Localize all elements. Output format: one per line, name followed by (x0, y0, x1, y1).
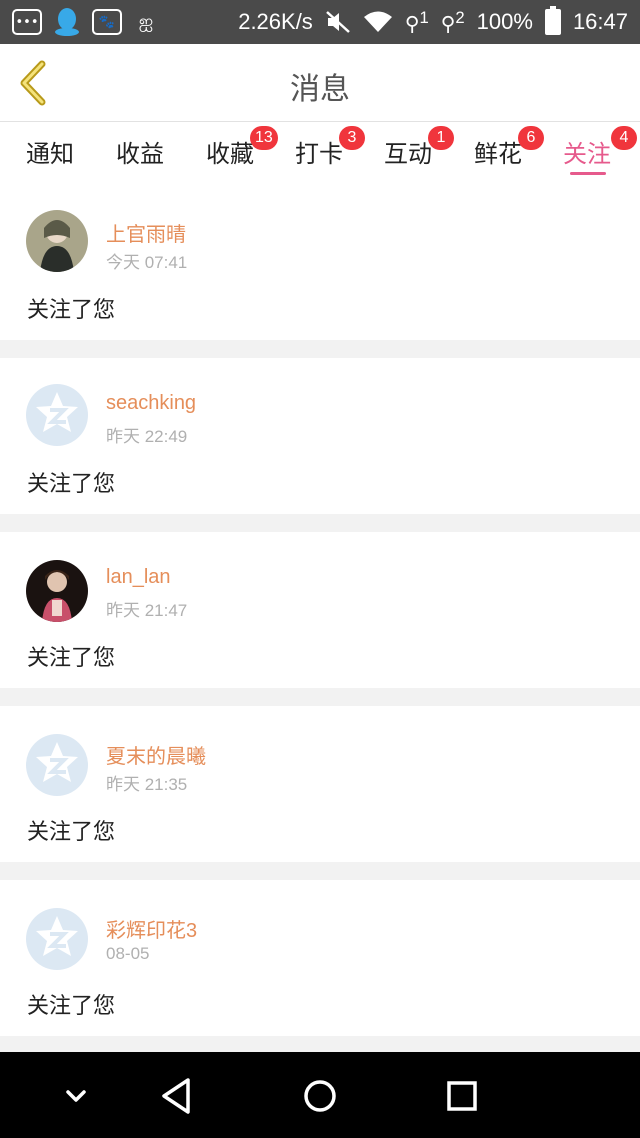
signal-icon-2: ⚲2 (440, 7, 465, 36)
badge: 13 (250, 126, 278, 150)
system-nav-bar (0, 1052, 640, 1138)
message-text: 关注了您 (27, 472, 116, 497)
badge: 3 (339, 126, 365, 150)
avatar[interactable] (26, 734, 88, 796)
username[interactable]: lan_lan (106, 566, 171, 589)
message-text: 关注了您 (27, 298, 116, 323)
recents-square-icon[interactable] (440, 1074, 484, 1118)
active-tab-indicator (570, 172, 606, 175)
tab-notify[interactable]: 通知 (26, 134, 74, 169)
username[interactable]: 上官雨晴 (106, 218, 186, 247)
wechat-icon: ஐ (138, 10, 154, 32)
net-speed: 2.26K/s (238, 9, 313, 34)
signal-icon: ⚲1 (404, 7, 429, 36)
header: 消息 (0, 44, 640, 122)
tab-bar: 通知 收益 收藏 13 打卡 3 互动 1 鲜花 6 关注 4 (0, 122, 640, 184)
username[interactable]: 夏末的晨曦 (106, 740, 206, 769)
avatar[interactable] (26, 560, 88, 622)
username[interactable]: seachking (106, 392, 196, 415)
avatar[interactable] (26, 210, 88, 272)
timestamp: 昨天 22:49 (106, 427, 188, 446)
list-item[interactable]: seachking 昨天 22:49 关注了您 (0, 358, 640, 514)
wifi-icon (363, 11, 392, 32)
battery-icon (544, 6, 561, 35)
status-bar: ••• 🐾 ஐ 2.26K/s ⚲1 ⚲2 100% 16:47 (0, 0, 640, 44)
page-title: 消息 (290, 72, 350, 107)
badge: 1 (428, 126, 454, 150)
back-triangle-icon[interactable] (156, 1074, 200, 1118)
username[interactable]: 彩辉印花3 (106, 914, 197, 943)
message-text: 关注了您 (27, 994, 116, 1019)
message-text: 关注了您 (27, 646, 116, 671)
tab-checkin[interactable]: 打卡 3 (295, 126, 365, 169)
tab-favorites[interactable]: 收藏 13 (206, 126, 278, 169)
badge: 4 (611, 126, 637, 150)
battery-level: 100% (476, 9, 533, 34)
qq-icon (55, 8, 79, 36)
timestamp: 08-05 (106, 944, 150, 963)
mute-icon (325, 11, 350, 33)
avatar[interactable] (26, 384, 88, 446)
tab-follow[interactable]: 关注 4 (563, 126, 637, 169)
tab-flowers[interactable]: 鲜花 6 (474, 126, 544, 169)
list-item[interactable]: 上官雨晴 今天 07:41 关注了您 (0, 184, 640, 340)
clock: 16:47 (572, 9, 628, 34)
timestamp: 今天 07:41 (106, 253, 188, 272)
badge: 6 (518, 126, 544, 150)
avatar[interactable] (26, 908, 88, 970)
tab-interaction[interactable]: 互动 1 (384, 126, 454, 169)
chat-icon: ••• (12, 9, 42, 35)
chevron-down-icon[interactable] (54, 1074, 98, 1118)
baidu-paw-icon: 🐾 (92, 9, 122, 35)
timestamp: 昨天 21:35 (106, 775, 188, 794)
message-text: 关注了您 (27, 820, 116, 845)
timestamp: 昨天 21:47 (106, 601, 188, 620)
list-item[interactable]: lan_lan 昨天 21:47 关注了您 (0, 532, 640, 688)
list-item[interactable]: 夏末的晨曦 昨天 21:35 关注了您 (0, 706, 640, 862)
home-circle-icon[interactable] (298, 1074, 342, 1118)
list-item[interactable]: 彩辉印花3 08-05 关注了您 (0, 880, 640, 1036)
tab-income[interactable]: 收益 (116, 134, 164, 169)
